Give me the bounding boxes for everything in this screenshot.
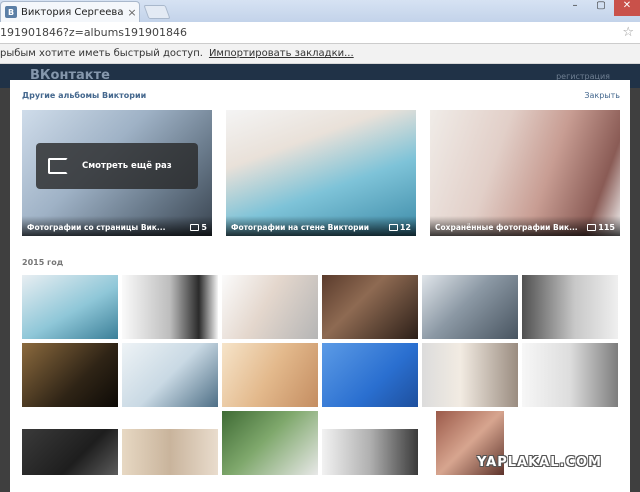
photo-thumb[interactable] <box>122 343 218 407</box>
bookmark-prompt: рыбым хотите иметь быстрый доступ. <box>0 48 203 59</box>
tab-title: Виктория Сергеева | ВКо <box>21 6 125 18</box>
album-count: 5 <box>190 223 207 232</box>
panel-heading: Другие альбомы Виктории <box>22 91 147 100</box>
camera-icon <box>587 224 597 231</box>
replay-icon <box>48 158 68 174</box>
photo-thumb[interactable] <box>222 343 318 407</box>
album-title: Сохранённые фотографии Вик... <box>435 223 578 232</box>
new-tab-button[interactable] <box>143 5 171 19</box>
photo-thumb[interactable] <box>322 343 418 407</box>
album-count: 12 <box>388 223 411 232</box>
replay-button[interactable]: Смотреть ещё раз <box>36 143 198 189</box>
photo-thumb[interactable] <box>222 275 318 339</box>
maximize-icon[interactable]: ▢ <box>588 0 614 16</box>
photo-thumb[interactable] <box>222 411 318 475</box>
album-card[interactable]: Фотографии на стене Виктории 12 <box>226 110 416 236</box>
photo-thumb[interactable] <box>422 343 518 407</box>
vk-favicon-icon: В <box>5 6 17 18</box>
bookmarks-bar: рыбым хотите иметь быстрый доступ. Импор… <box>0 44 640 64</box>
album-count: 115 <box>587 223 615 232</box>
photo-thumb[interactable] <box>322 275 418 339</box>
photo-thumb[interactable] <box>322 429 418 475</box>
photo-thumb[interactable] <box>22 429 118 475</box>
photo-thumb[interactable] <box>422 275 518 339</box>
camera-icon <box>388 224 398 231</box>
albums-panel: Другие альбомы Виктории Закрыть Смотреть… <box>10 80 630 492</box>
camera-icon <box>190 224 200 231</box>
window-controls: – ▢ ✕ <box>562 0 640 16</box>
replay-label: Смотреть ещё раз <box>82 161 172 171</box>
address-bar[interactable]: 191901846?z=albums191901846 ☆ <box>0 22 640 44</box>
window-close-icon[interactable]: ✕ <box>614 0 640 16</box>
photo-thumb[interactable] <box>122 429 218 475</box>
photo-thumb[interactable] <box>522 275 618 339</box>
photo-thumb[interactable] <box>122 275 218 339</box>
photo-thumb[interactable] <box>22 343 118 407</box>
album-card[interactable]: Смотреть ещё раз Фотографии со страницы … <box>22 110 212 236</box>
browser-tabstrip: В Виктория Сергеева | ВКо × – ▢ ✕ <box>0 0 640 22</box>
tab-close-icon[interactable]: × <box>125 6 139 19</box>
year-label: 2015 год <box>22 258 64 267</box>
photo-thumb[interactable] <box>522 343 618 407</box>
import-bookmarks-link[interactable]: Импортировать закладки... <box>209 48 354 59</box>
album-title: Фотографии со страницы Вик... <box>27 223 166 232</box>
overlay-left <box>0 88 10 492</box>
url-text[interactable]: 191901846?z=albums191901846 <box>0 26 187 39</box>
minimize-icon[interactable]: – <box>562 0 588 16</box>
overlay-right <box>630 88 640 492</box>
bookmark-star-icon[interactable]: ☆ <box>622 25 634 40</box>
panel-close-link[interactable]: Закрыть <box>584 91 620 100</box>
watermark: YAPLAKAL.COM <box>477 455 602 470</box>
album-title: Фотографии на стене Виктории <box>231 223 370 232</box>
photo-thumb[interactable] <box>22 275 118 339</box>
album-card[interactable]: Сохранённые фотографии Вик... 115 <box>430 110 620 236</box>
browser-tab[interactable]: В Виктория Сергеева | ВКо × <box>0 1 140 22</box>
